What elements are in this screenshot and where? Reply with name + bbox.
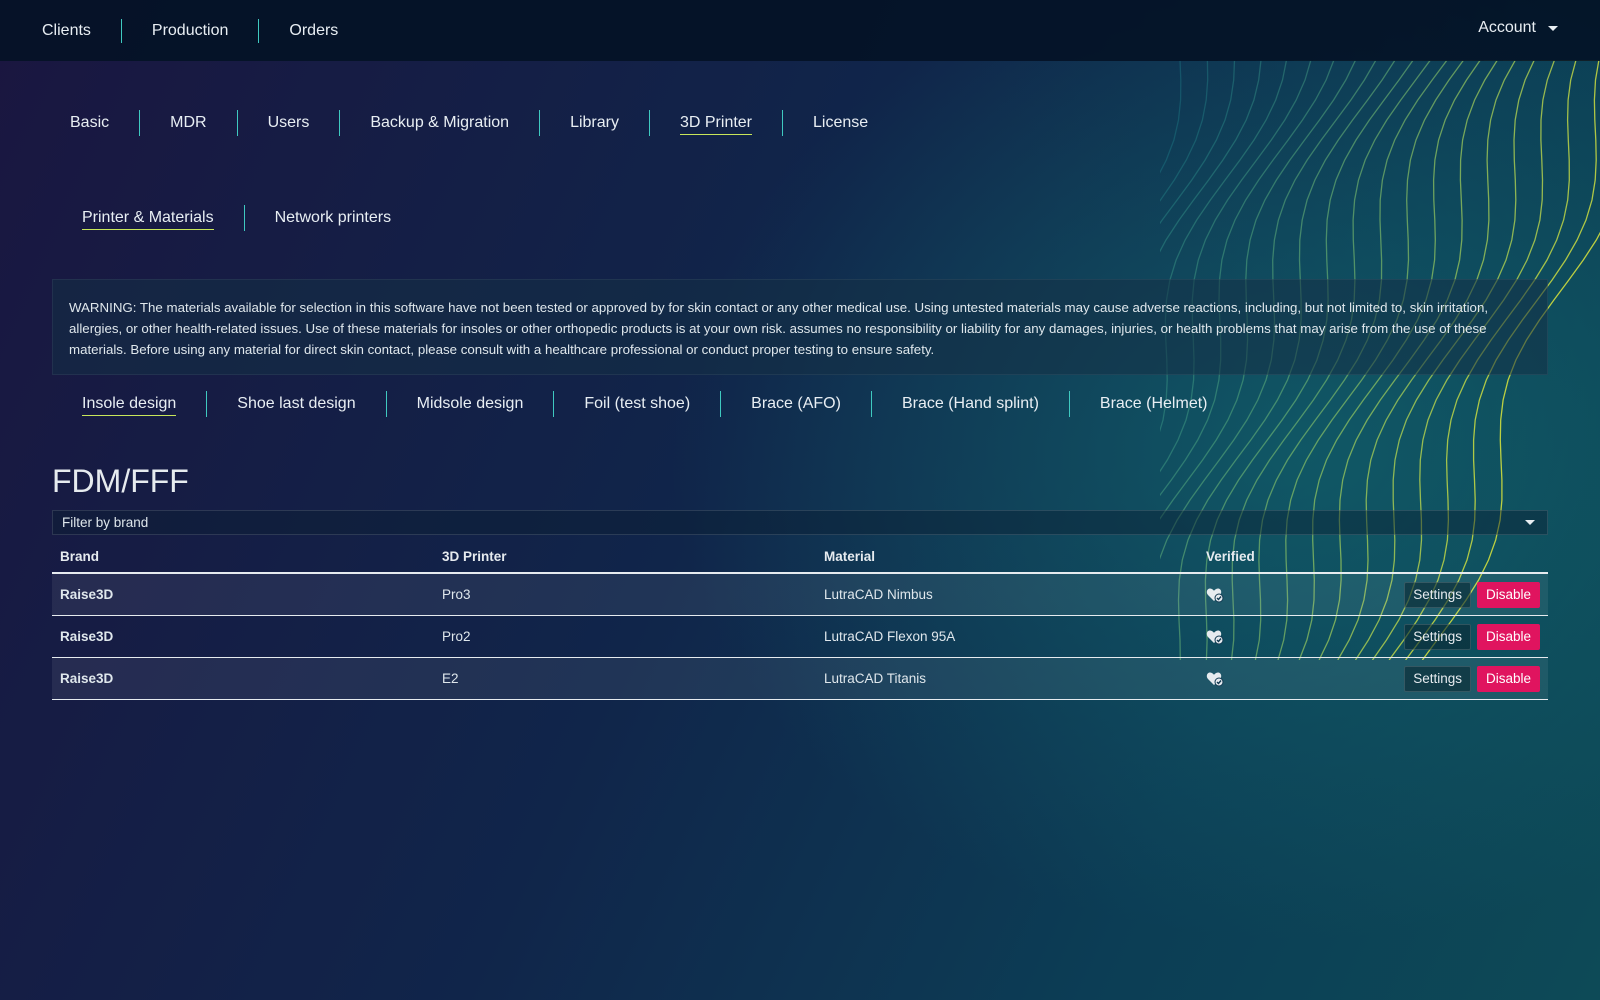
tab-label: License [813,114,869,131]
table-row: Raise3D Pro3 LutraCAD Nimbus Settings Dis… [52,573,1548,616]
tab-brace-helmet[interactable]: Brace (Helmet) [1068,391,1238,417]
cell-material: LutraCAD Nimbus [816,573,1198,616]
cell-verified [1198,573,1394,616]
settings-button[interactable]: Settings [1404,665,1471,692]
tab-label: Foil (test shoe) [584,395,691,412]
tab-license[interactable]: License [782,110,898,136]
cell-printer: E2 [434,657,816,700]
tab-users[interactable]: Users [236,110,340,136]
chevron-down-icon [1548,25,1558,31]
tab-label: Brace (AFO) [751,395,841,412]
tab-printer-materials[interactable]: Printer & Materials [52,205,244,231]
cell-material: LutraCAD Titanis [816,657,1198,700]
tab-label: Network printers [274,209,392,226]
nav-clients[interactable]: Clients [30,19,121,43]
cell-brand: Raise3D [52,573,434,616]
nav-production[interactable]: Production [120,18,259,43]
header-brand: Brand [52,540,434,574]
tab-brace-afo[interactable]: Brace (AFO) [720,391,871,417]
table-row: Raise3D Pro2 LutraCAD Flexon 95A Setting… [52,615,1548,658]
settings-button[interactable]: Settings [1404,623,1471,650]
tab-shoe-last-design[interactable]: Shoe last design [206,391,385,417]
tab-label: Printer & Materials [82,209,214,230]
disable-button[interactable]: Disable [1476,665,1540,692]
printer-materials-table: Brand 3D Printer Material Verified Raise… [52,540,1548,700]
tab-mdr[interactable]: MDR [139,110,236,136]
tab-label: Basic [70,114,110,131]
tab-label: Brace (Hand splint) [901,395,1039,412]
printer-sub-tabs: Printer & Materials Network printers [52,205,421,231]
brand-filter-select[interactable]: Filter by brand [52,510,1548,535]
verified-heart-icon [1206,672,1224,687]
main-nav: Clients Production Orders [30,0,368,61]
nav-orders[interactable]: Orders [258,18,368,43]
tab-label: Backup & Migration [370,114,510,131]
cell-verified [1198,615,1394,658]
header-3d-printer: 3D Printer [434,540,816,574]
cell-brand: Raise3D [52,657,434,700]
tab-backup-migration[interactable]: Backup & Migration [339,110,539,136]
tab-label: Users [267,114,310,131]
tab-label: Shoe last design [237,395,356,412]
cell-verified [1198,657,1394,700]
verified-heart-icon [1206,588,1224,603]
disable-button[interactable]: Disable [1476,623,1540,650]
header-material: Material [816,540,1198,574]
table-header-row: Brand 3D Printer Material Verified [52,540,1548,574]
tab-network-printers[interactable]: Network printers [243,205,421,231]
filter-placeholder: Filter by brand [62,515,149,530]
tab-foil-test-shoe[interactable]: Foil (test shoe) [553,391,720,417]
chevron-down-icon [1525,520,1535,525]
account-label: Account [1478,19,1536,36]
header-actions [1394,540,1548,574]
cell-actions: Settings Disable [1394,573,1548,616]
top-navbar: Clients Production Orders Account [0,0,1600,61]
verified-heart-icon [1206,630,1224,645]
tab-label: Library [570,114,619,131]
cell-material: LutraCAD Flexon 95A [816,615,1198,658]
tab-3d-printer[interactable]: 3D Printer [648,110,782,136]
settings-tabs: Basic MDR Users Backup & Migration Libra… [40,110,898,136]
tab-midsole-design[interactable]: Midsole design [385,391,554,417]
cell-actions: Settings Disable [1394,615,1548,658]
tab-brace-hand-splint[interactable]: Brace (Hand splint) [870,391,1069,417]
settings-button[interactable]: Settings [1404,581,1471,608]
cell-brand: Raise3D [52,615,434,658]
header-verified: Verified [1198,540,1394,574]
section-title: FDM/FFF [52,463,189,499]
tab-basic[interactable]: Basic [40,110,139,136]
disable-button[interactable]: Disable [1476,581,1540,608]
table-row: Raise3D E2 LutraCAD Titanis Settings Disa… [52,657,1548,700]
cell-printer: Pro3 [434,573,816,616]
tab-label: MDR [170,114,207,131]
cell-printer: Pro2 [434,615,816,658]
tab-label: 3D Printer [679,114,753,135]
materials-warning: WARNING: The materials available for sel… [52,279,1548,375]
account-menu[interactable]: Account [1478,19,1558,37]
cell-actions: Settings Disable [1394,657,1548,700]
tab-insole-design[interactable]: Insole design [52,391,206,417]
tab-library[interactable]: Library [539,110,649,136]
tab-label: Brace (Helmet) [1099,395,1208,412]
tab-label: Insole design [82,395,177,416]
design-type-tabs: Insole design Shoe last design Midsole d… [52,391,1237,417]
tab-label: Midsole design [416,395,524,412]
